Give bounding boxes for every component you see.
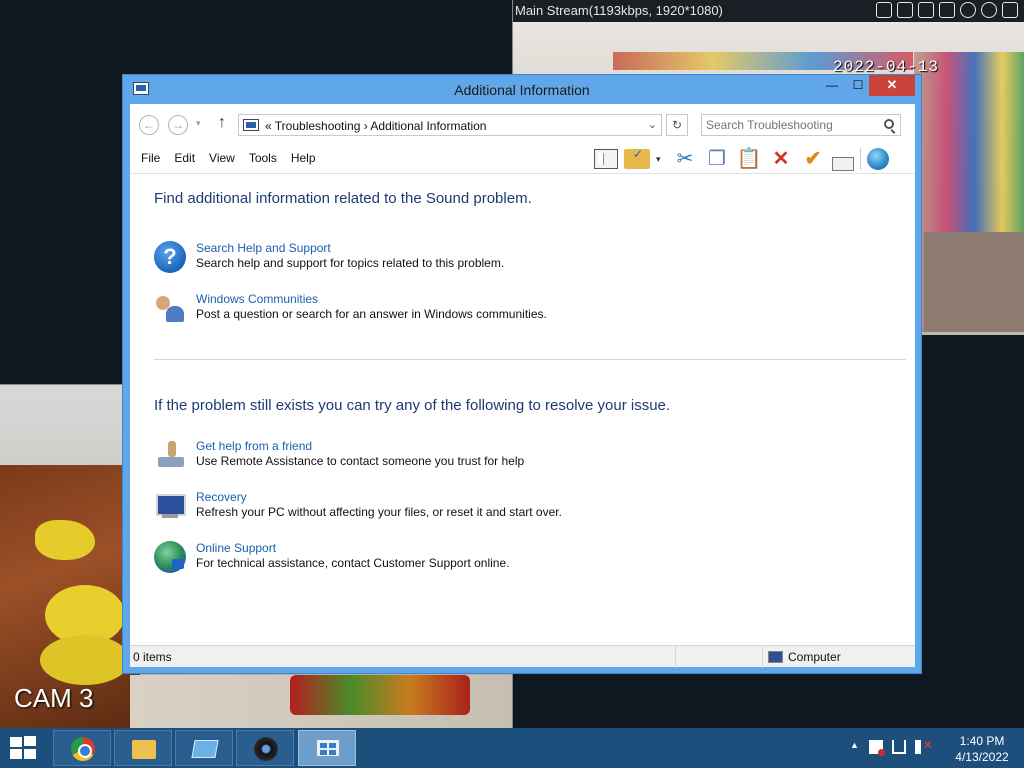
recovery-icon — [154, 490, 186, 522]
cut-icon[interactable]: ✂ — [672, 147, 698, 171]
back-button[interactable]: ← — [139, 115, 159, 135]
command-toolbar: ▾ ✂ ❐ 📋 ✕ ✔ — [594, 146, 895, 172]
network-icon[interactable] — [892, 740, 906, 754]
forward-button[interactable]: → — [168, 115, 188, 135]
task-description: For technical assistance, contact Custom… — [196, 556, 510, 570]
copy-icon[interactable]: ❐ — [704, 147, 730, 171]
refresh-button[interactable]: ↻ — [666, 114, 688, 136]
task-recovery[interactable]: Recovery Refresh your PC without affecti… — [154, 490, 854, 526]
file-explorer-icon — [132, 740, 156, 759]
volume-muted-icon[interactable] — [915, 737, 932, 754]
menu-view[interactable]: View — [209, 151, 235, 165]
control-panel-icon — [191, 740, 219, 758]
help-icon: ? — [154, 241, 186, 273]
title-bar[interactable]: Additional Information — ☐ ✕ — [123, 75, 921, 103]
menu-bar: File Edit View Tools Help — [141, 151, 330, 165]
menu-help[interactable]: Help — [291, 151, 316, 165]
address-dropdown-icon[interactable]: ⌄ — [648, 118, 657, 131]
menu-toolbar-row: File Edit View Tools Help ▾ ✂ ❐ 📋 ✕ ✔ — [130, 144, 915, 174]
task-link[interactable]: Search Help and Support — [196, 241, 331, 255]
communities-icon — [154, 292, 186, 324]
search-input[interactable] — [706, 118, 876, 132]
menu-edit[interactable]: Edit — [174, 151, 195, 165]
taskbar-remote-assistance[interactable] — [298, 730, 356, 766]
window-title: Additional Information — [454, 82, 590, 98]
task-windows-communities[interactable]: Windows Communities Post a question or s… — [154, 292, 854, 328]
task-link[interactable]: Get help from a friend — [196, 439, 312, 453]
show-hidden-icons-icon[interactable]: ▲ — [850, 740, 860, 754]
camera-app-icon — [254, 737, 278, 761]
task-help-from-friend[interactable]: Get help from a friend Use Remote Assist… — [154, 439, 854, 475]
internet-globe-icon[interactable] — [867, 148, 889, 170]
up-button[interactable]: ↑ — [218, 114, 226, 132]
taskbar-chrome[interactable] — [53, 730, 111, 766]
main-content: Find additional information related to t… — [130, 175, 915, 645]
task-description: Post a question or search for an answer … — [196, 307, 547, 321]
check-icon[interactable]: ✔ — [800, 147, 826, 171]
system-tray: ▲ — [850, 737, 932, 756]
organize-folder-icon[interactable] — [624, 147, 650, 169]
zone-label: Computer — [788, 650, 841, 664]
remote-assistance-icon — [154, 439, 186, 471]
search-icon[interactable] — [884, 119, 894, 129]
section-heading-resolve: If the problem still exists you can try … — [154, 397, 671, 414]
close-button[interactable]: ✕ — [869, 75, 915, 96]
taskbar-file-explorer[interactable] — [114, 730, 172, 766]
section-divider — [154, 359, 906, 360]
toolbar-separator — [860, 148, 861, 170]
menu-tools[interactable]: Tools — [249, 151, 277, 165]
window-client-area: ← → ▾ ↑ « Troubleshooting › Additional I… — [130, 104, 915, 668]
control-panel-icon — [243, 119, 259, 131]
item-count: 0 items — [133, 650, 172, 664]
status-bar: 0 items Computer — [130, 645, 915, 668]
remote-assistance-icon — [316, 739, 340, 757]
organize-dropdown-icon[interactable]: ▾ — [656, 147, 666, 171]
task-online-support[interactable]: Online Support For technical assistance,… — [154, 541, 854, 577]
taskbar: ▲ 1:40 PM 4/13/2022 — [0, 728, 1024, 768]
chrome-icon — [71, 737, 95, 761]
delete-icon[interactable]: ✕ — [768, 147, 794, 171]
task-link[interactable]: Windows Communities — [196, 292, 318, 306]
online-support-icon — [154, 541, 186, 573]
section-heading-find-info: Find additional information related to t… — [154, 190, 532, 207]
task-link[interactable]: Online Support — [196, 541, 276, 555]
task-description: Use Remote Assistance to contact someone… — [196, 454, 525, 468]
preview-pane-icon[interactable] — [594, 149, 618, 169]
paste-icon[interactable]: 📋 — [736, 147, 762, 171]
additional-information-window: Additional Information — ☐ ✕ ← → ▾ ↑ « T… — [122, 74, 922, 674]
clock[interactable]: 1:40 PM 4/13/2022 — [950, 733, 1014, 765]
address-bar[interactable]: « Troubleshooting › Additional Informati… — [238, 114, 662, 136]
taskbar-camera-app[interactable] — [236, 730, 294, 766]
menu-file[interactable]: File — [141, 151, 160, 165]
computer-icon — [768, 651, 783, 663]
navigation-bar: ← → ▾ ↑ « Troubleshooting › Additional I… — [130, 104, 915, 144]
task-search-help[interactable]: ? Search Help and Support Search help an… — [154, 241, 854, 277]
properties-icon[interactable] — [832, 157, 854, 171]
task-description: Refresh your PC without affecting your f… — [196, 505, 562, 519]
breadcrumb[interactable]: « Troubleshooting › Additional Informati… — [265, 119, 486, 133]
clock-date: 4/13/2022 — [955, 750, 1009, 764]
taskbar-control-panel[interactable] — [175, 730, 233, 766]
task-description: Search help and support for topics relat… — [196, 256, 505, 270]
search-box[interactable] — [701, 114, 901, 136]
action-center-flag-icon[interactable] — [869, 740, 885, 756]
task-link[interactable]: Recovery — [196, 490, 247, 504]
clock-time: 1:40 PM — [959, 734, 1005, 748]
start-button[interactable] — [10, 736, 38, 760]
recent-locations-button[interactable]: ▾ — [196, 118, 201, 129]
